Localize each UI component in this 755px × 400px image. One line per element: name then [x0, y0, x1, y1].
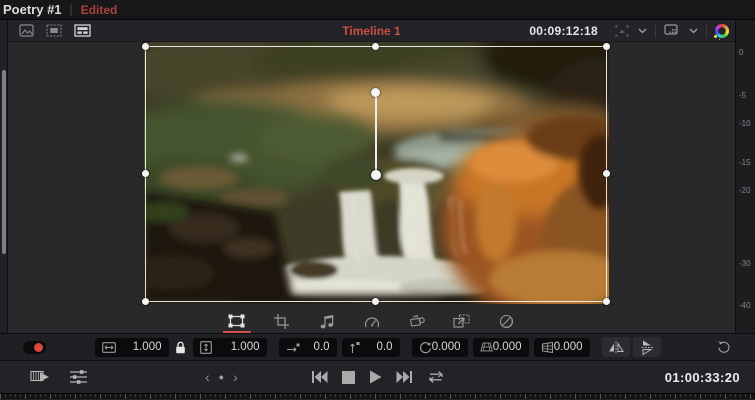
zoom-x-value: 1.000 — [132, 341, 162, 353]
transform-handle-top-left[interactable] — [142, 43, 149, 50]
reset-transform-icon[interactable] — [717, 340, 731, 354]
playhead-timecode[interactable]: 01:00:33:20 — [665, 370, 740, 385]
transform-handle-bottom-center[interactable] — [372, 298, 379, 305]
rotation-handle-line — [375, 93, 377, 175]
transform-tool-button[interactable] — [222, 312, 251, 334]
flip-horizontal-button[interactable] — [601, 337, 630, 357]
yaw-value: 0.000 — [553, 341, 583, 353]
timeline-strip-icon[interactable] — [74, 24, 91, 37]
rotation-angle-field[interactable]: 0.000 — [411, 337, 468, 357]
viewer-tool-dock — [8, 309, 735, 334]
audio-tool-button[interactable] — [318, 312, 336, 330]
position-x-icon — [286, 343, 299, 352]
blend-tool-button[interactable] — [498, 312, 516, 330]
meter-label: 0 — [739, 48, 744, 57]
transform-handle-bottom-right[interactable] — [603, 298, 610, 305]
left-panel-edge — [0, 20, 8, 333]
image-thumbnail-icon[interactable] — [19, 24, 34, 37]
transport-bar: ‹ ● › 01:00:33:20 — [0, 360, 755, 393]
meter-label: -15 — [739, 158, 751, 167]
clip-play-icon[interactable] — [30, 369, 52, 385]
jog-control[interactable]: ‹ ● › — [205, 369, 238, 385]
title-bar: Poetry #1 | Edited — [0, 0, 755, 20]
rotation-angle-icon — [419, 341, 431, 353]
dynamic-zoom-tool-button[interactable] — [453, 312, 471, 330]
meter-label: -5 — [739, 91, 747, 100]
mixer-sliders-icon[interactable] — [69, 369, 88, 385]
jog-left-chevron[interactable]: ‹ — [205, 369, 210, 385]
meter-label: -30 — [739, 259, 751, 268]
pitch-icon — [479, 342, 493, 352]
title-separator: | — [69, 2, 73, 16]
monitor-grid-icon[interactable] — [664, 24, 681, 37]
meter-label: -40 — [739, 301, 751, 310]
zoom-y-field[interactable]: 1.000 — [192, 337, 267, 357]
toggle-on-dot — [34, 343, 43, 352]
divider — [706, 23, 707, 38]
jog-dot[interactable]: ● — [219, 372, 224, 382]
loop-button[interactable] — [427, 370, 445, 384]
zoom-x-icon — [101, 341, 116, 353]
center-anchor-handle[interactable] — [371, 170, 381, 180]
vertical-scrollbar[interactable] — [2, 70, 6, 254]
rotation-angle-value: 0.000 — [431, 341, 461, 353]
rotation-handle[interactable] — [371, 88, 380, 97]
meter-label: -10 — [739, 119, 751, 128]
transform-handle-bottom-left[interactable] — [142, 298, 149, 305]
transform-handle-mid-right[interactable] — [603, 170, 610, 177]
transform-toolbar: 1.000 1.000 0.0 0.0 0.000 0.000 0.000 — [0, 333, 755, 360]
chevron-down-icon[interactable] — [638, 28, 647, 34]
jog-right-chevron[interactable]: › — [233, 369, 238, 385]
transform-handle-top-right[interactable] — [603, 43, 610, 50]
play-button[interactable] — [369, 370, 382, 384]
yaw-field[interactable]: 0.000 — [533, 337, 590, 357]
project-title: Poetry #1 — [3, 2, 62, 17]
zoom-y-icon — [199, 340, 212, 354]
position-x-field[interactable]: 0.0 — [278, 337, 337, 357]
camera-3d-tool-button[interactable] — [408, 312, 426, 330]
meter-label: -20 — [739, 186, 751, 195]
position-y-value: 0.0 — [376, 341, 393, 353]
position-y-icon — [349, 341, 359, 353]
viewer-timecode[interactable]: 00:09:12:18 — [529, 24, 598, 38]
transform-handle-mid-left[interactable] — [142, 170, 149, 177]
chevron-down-icon[interactable] — [689, 28, 698, 34]
zoom-y-value: 1.000 — [230, 341, 260, 353]
color-wheel-icon[interactable] — [714, 23, 729, 38]
go-to-start-button[interactable] — [311, 370, 328, 384]
film-frame-icon[interactable] — [46, 24, 62, 37]
viewer-header: Timeline 1 00:09:12:18 — [8, 20, 735, 42]
transform-handle-top-center[interactable] — [372, 43, 379, 50]
pitch-value: 0.000 — [492, 341, 522, 353]
position-x-value: 0.0 — [313, 341, 330, 353]
flip-vertical-button[interactable] — [632, 337, 661, 357]
transform-enable-toggle[interactable] — [23, 341, 46, 354]
transform-bounds-overlay — [142, 43, 610, 305]
zoom-x-field[interactable]: 1.000 — [94, 337, 169, 357]
stop-button[interactable] — [341, 370, 355, 384]
viewer-stage — [8, 42, 735, 334]
timeline-viewer-panel: Timeline 1 00:09:12:18 — [8, 20, 735, 334]
retime-tool-button[interactable] — [363, 312, 381, 330]
crop-tool-button[interactable] — [273, 312, 291, 330]
yaw-icon — [541, 341, 553, 353]
go-to-end-button[interactable] — [396, 370, 413, 384]
divider — [655, 23, 656, 38]
position-y-field[interactable]: 0.0 — [341, 337, 400, 357]
resize-preview-icon[interactable] — [614, 24, 630, 38]
lock-aspect-icon[interactable] — [174, 341, 188, 354]
timeline-ruler[interactable] — [0, 393, 755, 399]
pitch-field[interactable]: 0.000 — [472, 337, 529, 357]
davinci-resolve-edit-viewer: Poetry #1 | Edited Timeline 1 00:09:12:1… — [0, 0, 755, 400]
edited-status-badge: Edited — [80, 2, 118, 17]
audio-meter-scale: 0 -5 -10 -15 -20 -30 -40 — [735, 20, 755, 333]
